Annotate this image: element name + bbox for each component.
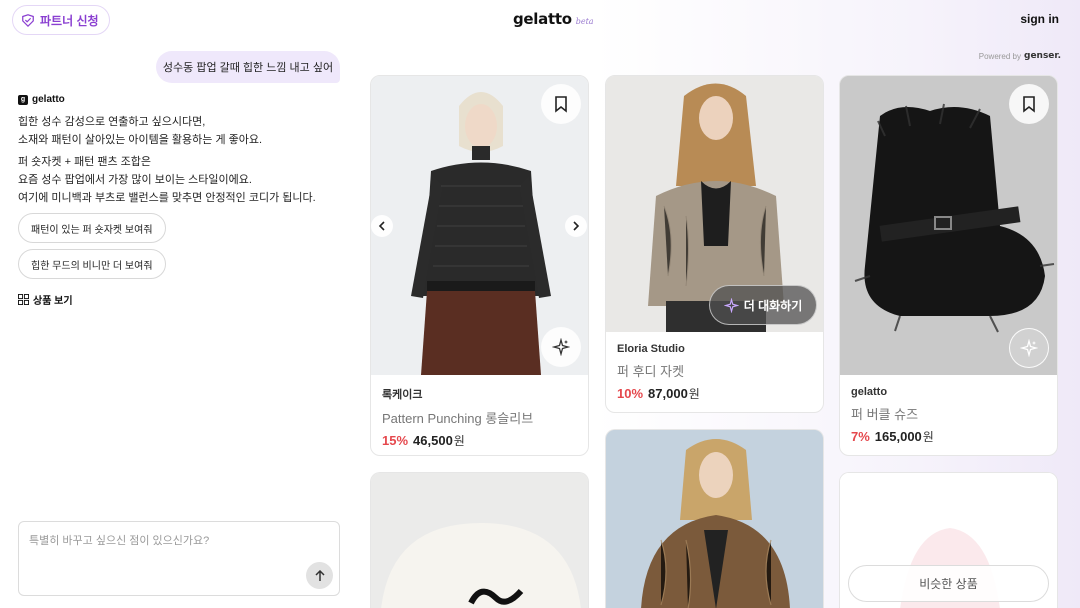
currency-label: 원 <box>922 430 934 444</box>
product-info: Eloria Studio 퍼 후디 자켓 10% 87,000 원 <box>617 343 700 402</box>
price-row: 10% 87,000 원 <box>617 385 700 402</box>
bot-message: 힙한 성수 감성으로 연출하고 싶으시다면, 소재와 패턴이 살아있는 아이템을… <box>18 113 348 211</box>
chevron-right-icon <box>573 221 580 231</box>
logo-text: gelatto <box>513 10 572 28</box>
product-image <box>371 473 588 608</box>
bot-line: 소재와 패턴이 살아있는 아이템을 활용하는 게 좋아요. <box>18 134 263 146</box>
discount-rate: 15% <box>382 433 409 448</box>
price-row: 7% 165,000 원 <box>851 428 934 445</box>
product-info: 록케이크 Pattern Punching 롱슬리브 15% 46,500 원 <box>382 386 533 449</box>
product-price: 87,000 <box>648 386 688 401</box>
product-price: 165,000 <box>874 429 922 444</box>
bot-paragraph: 힙한 성수 감성으로 연출하고 싶으시다면, 소재와 패턴이 살아있는 아이템을… <box>18 113 348 149</box>
product-card[interactable]: gelatto 퍼 버클 슈즈 7% 165,000 원 <box>839 75 1058 456</box>
product-image <box>606 430 823 608</box>
send-button[interactable] <box>306 562 333 589</box>
ai-sparkle-button[interactable] <box>1009 328 1049 368</box>
ai-sparkle-button[interactable] <box>541 327 581 367</box>
arrow-up-icon <box>314 569 325 581</box>
header: 파트너 신청 gelatto beta sign in <box>0 0 1080 40</box>
similar-products-label: 비슷한 상품 <box>919 577 978 591</box>
view-products-button[interactable]: 상품 보기 <box>18 292 73 307</box>
user-message-bubble: 성수동 팝업 갈때 힙한 느낌 내고 싶어 <box>156 51 340 83</box>
suggestion-label: 힙한 무드의 비니만 더 보여줘 <box>31 260 153 272</box>
logo-beta: beta <box>575 17 594 26</box>
bot-paragraph: 퍼 숏자켓 + 패턴 팬츠 조합은 요즘 성수 팝업에서 가장 많이 보이는 스… <box>18 153 348 207</box>
sparkle-icon <box>1020 339 1038 357</box>
bot-line: 요즘 성수 팝업에서 가장 많이 보이는 스타일이에요. <box>18 174 252 186</box>
user-message-text: 성수동 팝업 갈때 힙한 느낌 내고 싶어 <box>162 62 334 74</box>
bot-name: gelatto <box>32 94 65 105</box>
handshake-icon <box>22 14 34 27</box>
bot-line: 여기에 미니백과 부츠로 밸런스를 맞추면 안정적인 코디가 됩니다. <box>18 192 316 204</box>
powered-by-label: Powered by <box>978 51 1021 61</box>
product-card[interactable]: Eloria Studio 퍼 후디 자켓 10% 87,000 원 <box>605 75 824 413</box>
partner-apply-button[interactable]: 파트너 신청 <box>12 5 110 35</box>
similar-products-button[interactable]: 비슷한 상품 <box>848 565 1049 602</box>
sparkle-icon <box>723 297 739 313</box>
bot-line: 퍼 숏자켓 + 패턴 팬츠 조합은 <box>18 156 152 168</box>
bot-header: g gelatto <box>18 94 65 105</box>
product-name: 퍼 후디 자켓 <box>617 364 685 379</box>
powered-by: Powered by genser. <box>979 51 1061 61</box>
suggestion-chip[interactable]: 힙한 무드의 비니만 더 보여줘 <box>18 249 166 279</box>
bookmark-button[interactable] <box>1009 84 1049 124</box>
currency-label: 원 <box>688 387 700 401</box>
product-name: 퍼 버클 슈즈 <box>851 407 919 422</box>
logo[interactable]: gelatto beta <box>513 10 594 28</box>
chevron-left-icon <box>378 221 385 231</box>
more-chat-label: 더 대화하기 <box>743 298 803 313</box>
grid-icon <box>18 294 29 305</box>
product-card[interactable]: 록케이크 Pattern Punching 롱슬리브 15% 46,500 원 <box>370 75 589 456</box>
sign-in-link[interactable]: sign in <box>1020 12 1059 26</box>
discount-rate: 10% <box>617 386 644 401</box>
product-brand: gelatto <box>851 386 888 398</box>
bookmark-icon <box>555 96 567 113</box>
powered-by-brand: genser. <box>1024 51 1061 61</box>
carousel-next-button[interactable] <box>565 215 587 237</box>
bot-line: 힙한 성수 감성으로 연출하고 싶으시다면, <box>18 116 206 128</box>
currency-label: 원 <box>453 434 465 448</box>
bookmark-icon <box>1023 96 1035 113</box>
product-info: gelatto 퍼 버클 슈즈 7% 165,000 원 <box>851 386 934 445</box>
product-card[interactable] <box>370 472 589 608</box>
discount-rate: 7% <box>851 429 870 444</box>
sparkle-icon <box>552 338 570 356</box>
partner-apply-label: 파트너 신청 <box>40 13 99 28</box>
gelatto-logo-icon: g <box>18 94 28 105</box>
view-products-label: 상품 보기 <box>33 296 73 307</box>
product-price: 46,500 <box>413 433 453 448</box>
product-name: Pattern Punching 롱슬리브 <box>382 411 534 426</box>
product-brand: Eloria Studio <box>617 343 685 355</box>
product-card[interactable] <box>605 429 824 608</box>
price-row: 15% 46,500 원 <box>382 432 533 449</box>
product-brand: 록케이크 <box>382 389 423 401</box>
more-chat-button[interactable]: 더 대화하기 <box>709 285 817 325</box>
carousel-prev-button[interactable] <box>371 215 393 237</box>
chat-input-placeholder: 특별히 바꾸고 싶으신 점이 있으신가요? <box>29 535 210 547</box>
suggestion-label: 패턴이 있는 퍼 숏자켓 보여줘 <box>31 224 153 236</box>
suggestion-chip[interactable]: 패턴이 있는 퍼 숏자켓 보여줘 <box>18 213 166 243</box>
white-beanie-image <box>371 473 588 608</box>
chat-input[interactable]: 특별히 바꾸고 싶으신 점이 있으신가요? <box>18 521 340 596</box>
bookmark-button[interactable] <box>541 84 581 124</box>
model-in-fur-jacket-image <box>606 430 823 608</box>
